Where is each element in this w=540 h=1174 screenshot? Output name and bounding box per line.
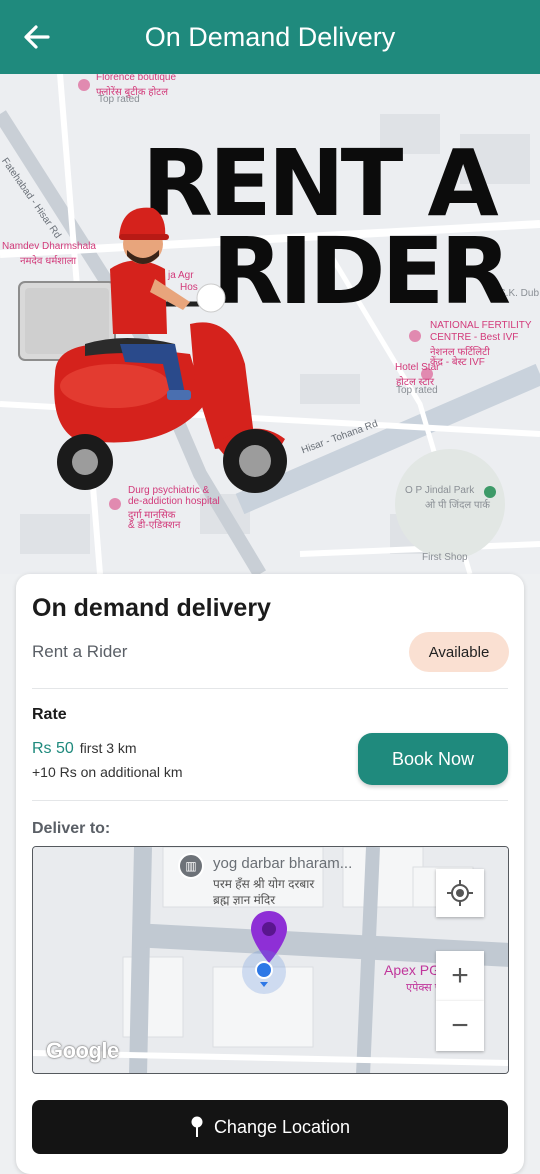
extra-rate: +10 Rs on additional km [32,764,183,780]
map-label: Top rated [396,385,438,396]
google-logo: Google [46,1038,119,1063]
map-pin-icon [191,1116,203,1137]
map-label: ओ पी जिंदल पार्क [425,500,490,511]
divider [32,688,508,689]
map-label: O P Jindal Park [405,485,475,496]
scooter-rider-illustration [18,207,287,493]
map-label: First Shop [422,552,468,563]
deliver-to-label: Deliver to: [32,820,111,837]
change-location-label: Change Location [213,1116,351,1137]
poi-marker-icon[interactable]: ▥ [178,853,204,879]
zoom-in-button[interactable]: + [436,951,484,1001]
back-arrow-icon[interactable] [20,20,54,54]
app-bar: On Demand Delivery [0,0,540,74]
map-label: Florence boutique [96,74,177,83]
price-note: first 3 km [79,740,137,756]
book-now-button[interactable]: Book Now [358,733,508,785]
price-line: Rs 50 first 3 km [32,740,137,758]
change-location-button[interactable]: Change Location [32,1100,508,1154]
delivery-location-map[interactable]: ▥ yog darbar bharam... परम हँस श्री योग … [32,846,509,1074]
status-badge: Available [409,632,509,672]
crosshair-icon [447,880,473,906]
card-title: On demand delivery [32,594,271,622]
map-label: Hotel Star [395,362,440,373]
rate-label: Rate [32,706,67,723]
zoom-out-button[interactable]: − [436,1001,484,1051]
hero-banner: Florence boutique फ्लोरेंस बुटीक होटल To… [0,74,540,574]
delivery-card: On demand delivery Rent a Rider Availabl… [16,574,524,1174]
map-label: CENTRE - Best IVF [430,332,519,343]
map-label: Top rated [98,94,140,105]
service-subtitle: Rent a Rider [32,642,128,661]
my-location-button[interactable] [436,869,484,917]
price-value: Rs 50 [32,740,74,757]
poi-subtitle: ब्रह्म ज्ञान मंदिर [213,893,276,907]
page-title: On Demand Delivery [144,21,396,52]
poi-name: yog darbar bharam... [213,855,353,872]
poi-subtitle: परम हँस श्री योग दरबार [213,877,315,891]
divider [32,800,508,801]
current-location-dot-icon [242,950,286,994]
map-label: & डी-एडिक्शन [128,520,181,531]
